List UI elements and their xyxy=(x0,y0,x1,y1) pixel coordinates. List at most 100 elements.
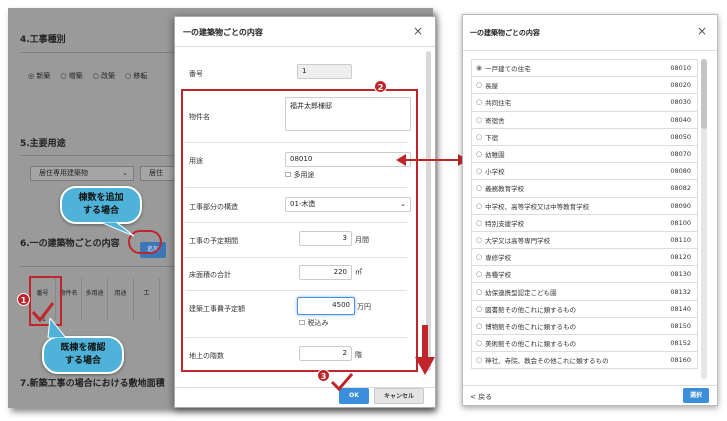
section-4-title: 4.工事種別 xyxy=(20,35,66,45)
radio-icon[interactable]: ○ xyxy=(476,270,482,278)
section-5-title: 5.主要用途 xyxy=(20,139,66,149)
list-item[interactable]: ○ 下宿 08050 xyxy=(471,128,698,146)
list-item-label: 共同住宅 xyxy=(485,99,512,108)
step-badge-2: 2 xyxy=(374,80,387,93)
list-item[interactable]: ○ 幼保連携型認定こども園 08132 xyxy=(471,283,698,301)
radio-icon[interactable]: ○ xyxy=(476,116,482,124)
list-item-label-wrap: ○ 各種学校 xyxy=(476,269,511,279)
list-item-label-wrap: ◉ 一戸建ての住宅 xyxy=(476,63,531,73)
radio-icon[interactable]: ○ xyxy=(476,184,482,192)
list-item-label: 幼保連携型認定こども園 xyxy=(485,288,557,297)
radio-icon[interactable]: ○ xyxy=(476,253,482,261)
list-item-code: 08150 xyxy=(670,321,691,330)
list-item-code: 08070 xyxy=(670,150,691,159)
list-item-code: 08160 xyxy=(670,356,691,365)
radio-icon[interactable]: ○ xyxy=(476,202,482,210)
list-item[interactable]: ◉ 一戸建ての住宅 08010 xyxy=(471,60,698,78)
select-button[interactable]: 選択 xyxy=(683,388,709,403)
list-item[interactable]: ○ 大学又は高等専門学校 08110 xyxy=(471,231,698,250)
list-item-label-wrap: ○ 図書館その他これに類するもの xyxy=(476,304,576,314)
list-item[interactable]: ○ 図書館その他これに類するもの 08140 xyxy=(471,300,698,318)
list-item[interactable]: ○ 義務教育学校 08082 xyxy=(471,180,698,198)
list-item-label-wrap: ○ 長屋 xyxy=(476,80,498,90)
modal-scrollbar[interactable] xyxy=(426,51,431,371)
radio-rebuild[interactable]: ○ 改築 xyxy=(93,71,115,81)
list-item-label-wrap: ○ 幼保連携型認定こども園 xyxy=(476,287,557,297)
construction-type-radios: ◎ 新築 ○ 増築 ○ 改築 ○ 移転 xyxy=(28,71,147,81)
radio-icon[interactable]: ○ xyxy=(476,219,482,227)
list-item[interactable]: ○ 小学校 08080 xyxy=(471,163,698,181)
list-item[interactable]: ○ 専修学校 08120 xyxy=(471,249,698,267)
number-field: 1 xyxy=(297,64,352,79)
list-item-label-wrap: ○ 中学校、高等学校又は中等教育学校 xyxy=(476,201,589,211)
panel-scrollbar[interactable] xyxy=(701,59,707,379)
radio-icon[interactable]: ○ xyxy=(476,150,482,158)
use-selection-panel: 一の建築物ごとの内容 × ◉ 一戸建ての住宅 08010 ○ 長屋 08020 ○ 共同住宅 0… xyxy=(462,14,718,406)
list-item-label: 寄宿舎 xyxy=(485,116,505,125)
double-arrow-icon xyxy=(396,154,468,166)
list-item[interactable]: ○ 各種学校 08130 xyxy=(471,266,698,284)
radio-extension[interactable]: ○ 増築 xyxy=(60,71,82,81)
radio-icon[interactable]: ○ xyxy=(476,98,482,106)
radio-relocation[interactable]: ○ 移転 xyxy=(125,71,147,81)
panel-title: 一の建築物ごとの内容 xyxy=(470,29,540,37)
panel-header: 一の建築物ごとの内容 × xyxy=(463,15,717,51)
step-badge-3: 3 xyxy=(317,369,330,382)
list-item[interactable]: ○ 幼稚園 08070 xyxy=(471,145,698,164)
list-item-code: 08080 xyxy=(670,167,691,176)
radio-icon[interactable]: ○ xyxy=(476,305,482,313)
list-item[interactable]: ○ 美術館その他これに類するもの 08152 xyxy=(471,335,698,353)
list-item[interactable]: ○ 博物館その他これに類するもの 08150 xyxy=(471,317,698,335)
list-item-code: 08050 xyxy=(670,132,691,141)
list-item-label: 各種学校 xyxy=(485,271,512,280)
list-item-label: 特別支援学校 xyxy=(485,219,525,228)
radio-icon[interactable]: ○ xyxy=(476,288,482,296)
list-item[interactable]: ○ 中学校、高等学校又は中等教育学校 08090 xyxy=(471,197,698,215)
list-item-label-wrap: ○ 美術館その他これに類するもの xyxy=(476,338,576,348)
list-item[interactable]: ○ 寄宿舎 08040 xyxy=(471,111,698,129)
radio-icon[interactable]: ○ xyxy=(476,339,482,347)
list-item[interactable]: ○ 共同住宅 08030 xyxy=(471,94,698,112)
list-item-label: 専修学校 xyxy=(485,254,512,263)
radio-selected-icon[interactable]: ◉ xyxy=(476,64,482,72)
form-highlight xyxy=(181,89,418,372)
list-item-code: 08130 xyxy=(670,270,691,279)
radio-icon[interactable]: ○ xyxy=(476,81,482,89)
list-item-code: 08030 xyxy=(670,98,691,107)
list-item-label: 一戸建ての住宅 xyxy=(485,65,531,74)
scrollbar-thumb[interactable] xyxy=(701,59,707,129)
radio-icon[interactable]: ○ xyxy=(476,167,482,175)
main-use-select[interactable]: 居住専用建築物 ⌄ xyxy=(30,166,134,181)
list-item[interactable]: ○ 長屋 08020 xyxy=(471,77,698,95)
list-item-label: 中学校、高等学校又は中等教育学校 xyxy=(485,202,590,211)
table-header-multi-use: 多用途 xyxy=(82,278,108,320)
list-item-label-wrap: ○ 専修学校 xyxy=(476,252,511,262)
callout-pointer xyxy=(47,318,67,338)
close-icon[interactable]: × xyxy=(697,24,707,38)
callout-add-building: 棟数を追加 する場合 xyxy=(60,186,142,224)
list-item-code: 08082 xyxy=(670,184,691,193)
cancel-button[interactable]: キャンセル xyxy=(374,388,424,404)
list-item-label: 美術館その他これに類するもの xyxy=(485,340,577,349)
back-link[interactable]: < 戻る xyxy=(470,392,492,402)
divider xyxy=(463,385,717,386)
section-7-title: 7.新築工事の場合における敷地面積 xyxy=(20,379,165,389)
radio-icon[interactable]: ○ xyxy=(476,356,482,364)
list-item-label-wrap: ○ 博物館その他これに類するもの xyxy=(476,321,576,331)
list-item-code: 08010 xyxy=(670,64,691,73)
radio-new[interactable]: ◎ 新築 xyxy=(28,71,50,81)
close-icon[interactable]: × xyxy=(413,24,423,38)
list-item-label-wrap: ○ 義務教育学校 xyxy=(476,183,524,193)
list-item[interactable]: ○ 神社、寺院、教会その他これに類するもの 08160 xyxy=(471,352,698,370)
chevron-down-icon: ⌄ xyxy=(122,169,128,177)
list-item-label: 幼稚園 xyxy=(485,151,505,160)
list-item-label-wrap: ○ 大学又は高等専門学校 xyxy=(476,235,550,245)
list-item[interactable]: ○ 特別支援学校 08100 xyxy=(471,214,698,232)
radio-icon[interactable]: ○ xyxy=(476,133,482,141)
list-item-code: 08110 xyxy=(670,235,691,244)
radio-icon[interactable]: ○ xyxy=(476,236,482,244)
select-value: 居住専用建築物 xyxy=(39,169,88,177)
list-item-label-wrap: ○ 神社、寺院、教会その他これに類するもの xyxy=(476,355,609,365)
radio-icon[interactable]: ○ xyxy=(476,322,482,330)
table-header-use: 用途 xyxy=(108,278,134,320)
